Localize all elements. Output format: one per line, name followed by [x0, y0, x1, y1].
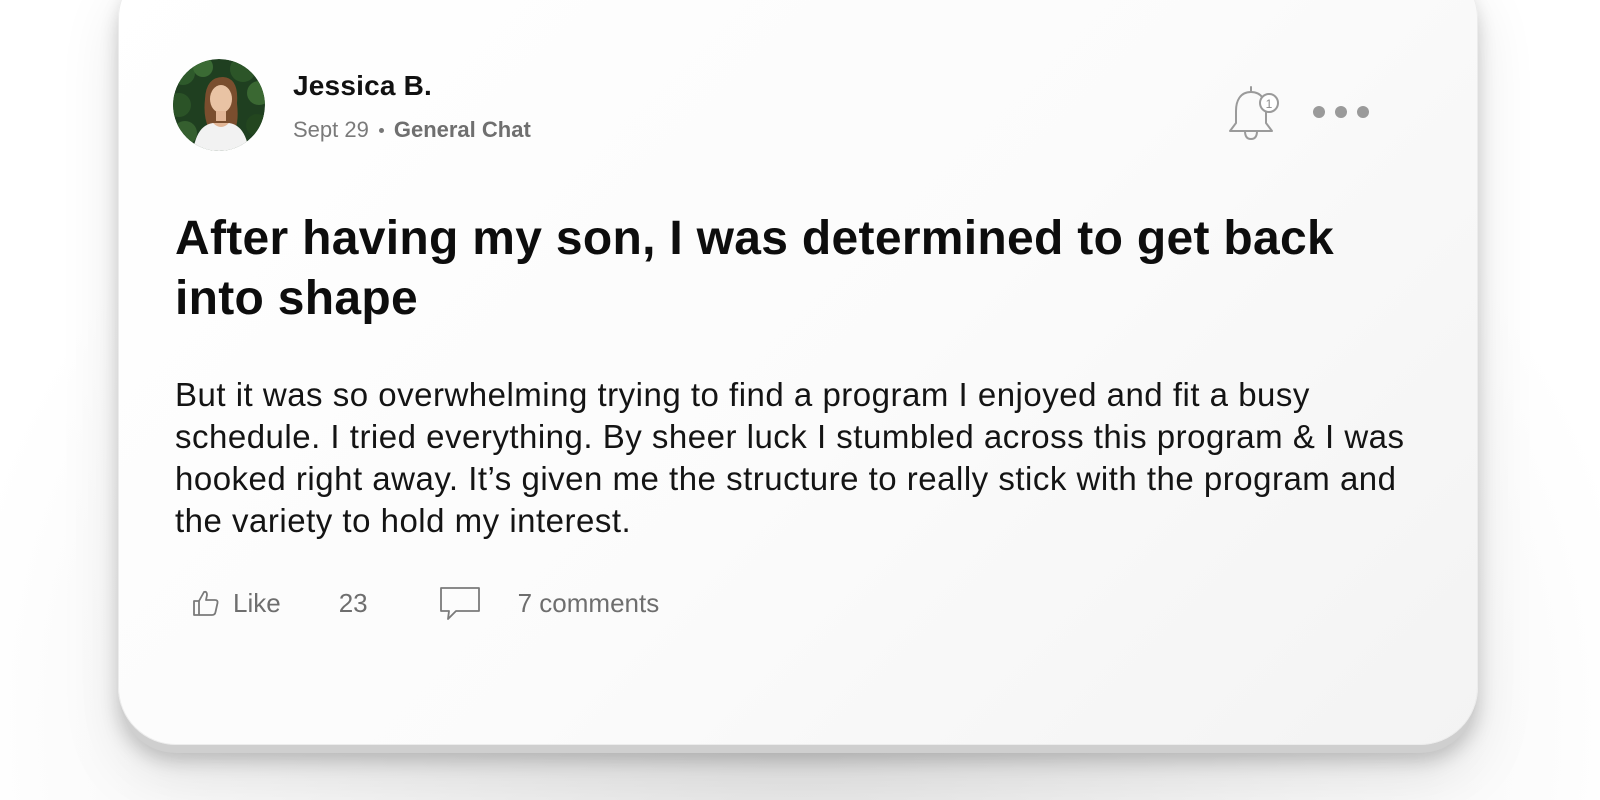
post-actions: Like 23 7 comments [191, 583, 659, 623]
more-horizontal-icon-dot [1335, 106, 1347, 118]
post-date: Sept 29 [293, 117, 369, 142]
like-button[interactable]: Like [191, 588, 281, 619]
like-count: 23 [338, 587, 368, 618]
post-body: But it was so overwhelming trying to fin… [175, 376, 1405, 539]
speech-bubble-icon [439, 587, 480, 620]
more-horizontal-icon [1313, 106, 1325, 118]
post-meta: Sept 29 General Chat [293, 117, 531, 143]
comments-label: 7 comments [517, 587, 660, 618]
page-background: Jessica B. Sept 29 General Chat 1 After … [0, 0, 1600, 800]
post-title: After having my son, I was determined to… [175, 212, 1334, 325]
author-name[interactable]: Jessica B. [293, 70, 432, 102]
notification-button[interactable]: 1 [1227, 83, 1283, 143]
comments-button[interactable]: 7 comments [438, 585, 660, 621]
avatar[interactable] [173, 59, 265, 151]
bell-icon: 1 [1229, 86, 1279, 141]
separator-dot [378, 127, 384, 133]
channel-link[interactable]: General Chat [394, 117, 531, 143]
thumbs-up-icon [193, 590, 219, 616]
more-options-button[interactable] [1313, 99, 1369, 125]
avatar-photo [173, 59, 265, 151]
like-label: Like [233, 587, 281, 618]
notification-count: 1 [1266, 97, 1273, 111]
post-card: Jessica B. Sept 29 General Chat 1 After … [118, 0, 1478, 745]
more-horizontal-icon-dot [1357, 106, 1369, 118]
